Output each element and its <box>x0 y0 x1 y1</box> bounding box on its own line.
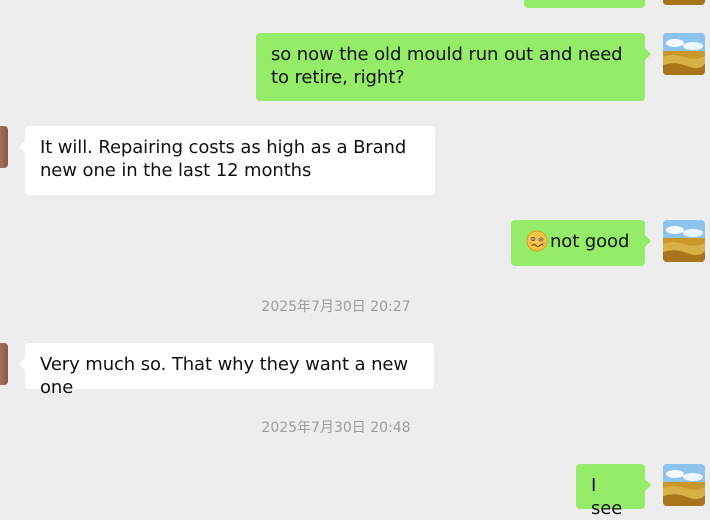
message-text: not good <box>550 231 630 252</box>
message-bubble-outgoing[interactable]: not good <box>511 220 651 266</box>
message-bubble-outgoing[interactable]: I see <box>576 464 651 519</box>
wheat-field-avatar-icon <box>663 0 705 5</box>
message-bubble-outgoing[interactable]: so now the old mould run out and need to… <box>256 33 651 101</box>
message-bubble-partial[interactable] <box>524 0 645 8</box>
message-text: It will. Repairing costs as high as a Br… <box>40 137 407 181</box>
my-avatar[interactable] <box>663 0 705 5</box>
contact-avatar[interactable] <box>0 126 8 168</box>
message-bubble-incoming[interactable]: It will. Repairing costs as high as a Br… <box>19 126 435 195</box>
my-avatar[interactable] <box>663 33 705 75</box>
my-avatar[interactable] <box>663 220 705 262</box>
my-avatar[interactable] <box>663 464 705 506</box>
message-text: so now the old mould run out and need to… <box>271 44 623 88</box>
chat-timestamp: 2025年7月30日 20:48 <box>261 420 411 436</box>
message-bubble-incoming[interactable]: Very much so. That why they want a new o… <box>19 343 434 398</box>
message-text: I see <box>591 475 623 519</box>
wheat-field-avatar-icon <box>663 33 705 75</box>
message-text: Very much so. That why they want a new o… <box>40 354 408 398</box>
contact-avatar[interactable] <box>0 343 8 385</box>
woozy-face-emoji-icon <box>526 230 548 252</box>
chat-timestamp: 2025年7月30日 20:27 <box>261 299 411 315</box>
wheat-field-avatar-icon <box>663 220 705 262</box>
wheat-field-avatar-icon <box>663 464 705 506</box>
